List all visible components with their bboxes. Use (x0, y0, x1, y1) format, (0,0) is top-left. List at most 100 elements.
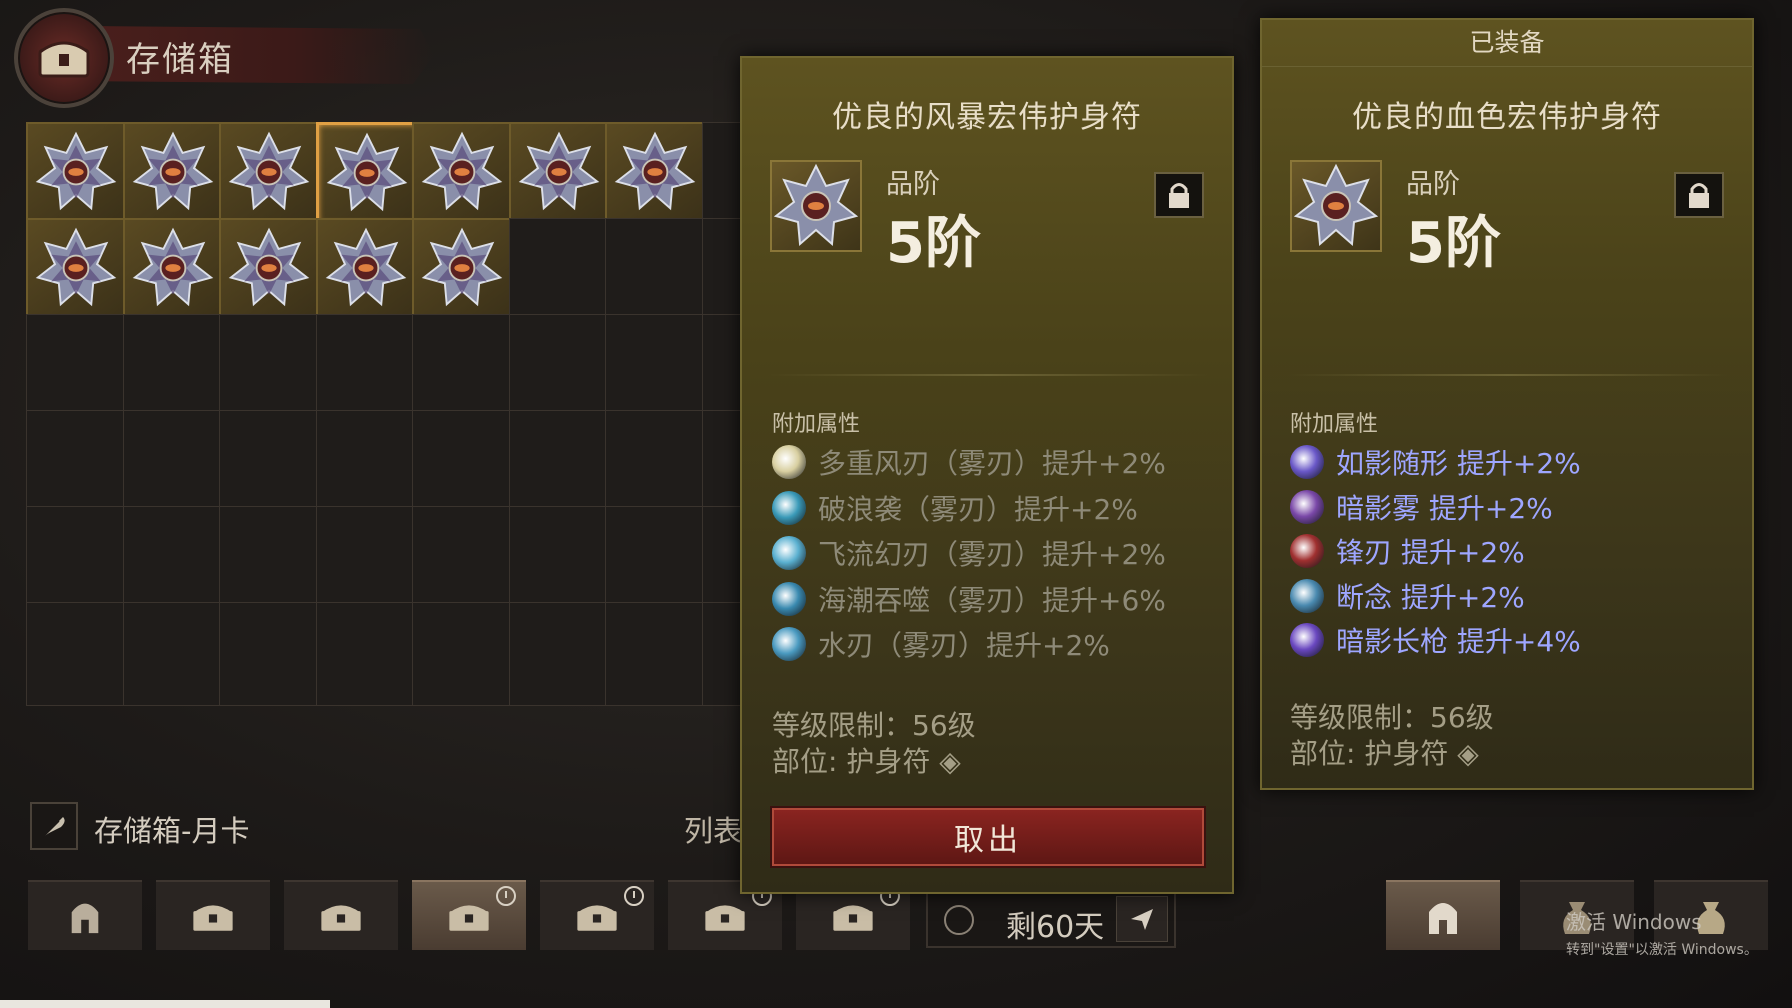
attr-text: 多重风刃（雾刃）提升+2% (818, 447, 1166, 480)
stash-tab-2[interactable] (156, 880, 270, 950)
skill-icon (1290, 489, 1324, 524)
stash-slot-empty[interactable] (315, 314, 420, 418)
skill-icon (772, 627, 806, 661)
stash-tab-4[interactable] (412, 880, 526, 950)
chest-icon (193, 905, 233, 931)
chest-icon (321, 905, 361, 931)
attr-text: 锋刃 提升+2% (1336, 536, 1525, 569)
equipped-lock-button[interactable] (1674, 172, 1724, 218)
stash-slot-empty[interactable] (701, 218, 742, 322)
stash-slot-empty[interactable] (412, 602, 516, 706)
stash-slot-amulet[interactable] (315, 122, 420, 226)
rank-value: 5阶 (886, 211, 981, 276)
stash-slot-empty[interactable] (315, 602, 420, 706)
lock-button[interactable] (1154, 172, 1204, 218)
equipped-amulet-icon (1290, 160, 1382, 252)
amulet-slot-icon: ◈ (939, 745, 961, 778)
stash-slot-empty[interactable] (219, 506, 323, 610)
rename-feather-button[interactable] (30, 802, 78, 850)
compare-attr-row: 海潮吞噬（雾刃）提升+6% (772, 579, 1166, 619)
stash-slot-empty[interactable] (605, 218, 709, 322)
stash-slot-empty[interactable] (508, 218, 613, 322)
send-button[interactable] (1116, 896, 1168, 942)
amulet-icon (420, 130, 504, 214)
equipped-attr-row: 暗影雾 提升+2% (1290, 487, 1553, 527)
stash-slot-empty[interactable] (605, 602, 709, 706)
stash-slot-amulet[interactable] (412, 218, 516, 322)
stash-slot-empty[interactable] (219, 410, 323, 514)
stash-slot-empty[interactable] (701, 314, 742, 418)
stash-slot-empty[interactable] (508, 410, 613, 514)
stash-slot-empty[interactable] (412, 506, 516, 610)
stash-slot-empty[interactable] (701, 122, 742, 226)
skill-icon (1290, 578, 1324, 613)
stash-slot-empty[interactable] (122, 314, 227, 418)
stash-slot-empty[interactable] (219, 602, 323, 706)
stash-footer: 存储箱-月卡 列表 (26, 800, 746, 856)
item-tooltip: 优良的风暴宏伟护身符 品阶 5阶 附加属性 多重风刃（雾刃）提升+2% 破浪袭（雾… (740, 56, 1234, 894)
character-tab[interactable] (1386, 880, 1500, 950)
item-slot-text: 部位: 护身符 (772, 745, 931, 778)
stash-slot-empty[interactable] (26, 410, 130, 514)
skill-icon (1290, 534, 1324, 568)
stash-slot-amulet[interactable] (412, 122, 516, 226)
stash-slot-empty[interactable] (315, 410, 420, 514)
stash-slot-empty[interactable] (26, 602, 130, 706)
stash-timer: 剩60天 (926, 890, 1176, 948)
clock-badge-icon (624, 886, 644, 906)
stash-slot-amulet[interactable] (219, 122, 323, 226)
stash-slot-empty[interactable] (508, 602, 613, 706)
stash-slot-empty[interactable] (412, 410, 516, 514)
stash-slot-empty[interactable] (508, 314, 613, 418)
amulet-slot-icon: ◈ (1457, 737, 1479, 770)
skill-icon (772, 490, 806, 525)
stash-slot-empty[interactable] (605, 506, 709, 610)
stash-slot-amulet[interactable] (26, 122, 130, 226)
compare-attr-row: 水刃（雾刃）提升+2% (772, 624, 1110, 664)
stash-slot-empty[interactable] (605, 410, 709, 514)
attr-text: 暗影长枪 提升+4% (1336, 625, 1581, 658)
send-arrow-icon (1131, 909, 1153, 930)
stash-slot-empty[interactable] (122, 602, 227, 706)
amulet-icon (34, 130, 118, 214)
stash-slot-amulet[interactable] (219, 218, 323, 322)
stash-slot-empty[interactable] (605, 314, 709, 418)
stash-tab-5[interactable] (540, 880, 654, 950)
amulet-icon (227, 226, 311, 310)
watermark-line1: 激活 Windows (1566, 910, 1702, 934)
take-out-button[interactable]: 取出 (772, 808, 1204, 866)
stash-slot-empty[interactable] (701, 410, 742, 514)
clock-icon (944, 905, 974, 935)
stash-slot-empty[interactable] (122, 506, 227, 610)
stash-slot-amulet[interactable] (122, 122, 227, 226)
stash-slot-empty[interactable] (315, 506, 420, 610)
stash-tab-3[interactable] (284, 880, 398, 950)
lock-icon (1689, 183, 1709, 208)
helmet-icon (1429, 903, 1457, 934)
stash-slot-empty[interactable] (701, 602, 742, 706)
windows-activation-watermark: 激活 Windows 转到"设置"以激活 Windows。 (1566, 906, 1758, 959)
amulet-icon (420, 226, 504, 310)
chest-clock-icon (833, 905, 873, 931)
stash-slot-amulet[interactable] (605, 122, 709, 226)
stash-slot-empty[interactable] (219, 314, 323, 418)
stash-slot-empty[interactable] (122, 410, 227, 514)
amulet-icon (34, 226, 118, 310)
stash-slot-empty[interactable] (508, 506, 613, 610)
amulet-icon (325, 131, 409, 215)
list-view-button[interactable]: 列表 (684, 808, 742, 850)
stash-slot-amulet[interactable] (122, 218, 227, 322)
stash-slot-empty[interactable] (26, 506, 130, 610)
stash-slot-amulet[interactable] (508, 122, 613, 226)
stash-slot-empty[interactable] (701, 506, 742, 610)
stash-header: 存储箱 (14, 8, 434, 108)
stash-tab-1[interactable] (28, 880, 142, 950)
equipped-slot-text: 部位: 护身符 (1290, 737, 1449, 770)
equipped-attr-title: 附加属性 (1290, 412, 1379, 437)
stash-slot-amulet[interactable] (315, 218, 420, 322)
stash-slot-empty[interactable] (26, 314, 130, 418)
stash-slot-amulet[interactable] (26, 218, 130, 322)
skill-icon (1290, 623, 1324, 657)
attr-text: 水刃（雾刃）提升+2% (818, 629, 1110, 662)
stash-slot-empty[interactable] (412, 314, 516, 418)
